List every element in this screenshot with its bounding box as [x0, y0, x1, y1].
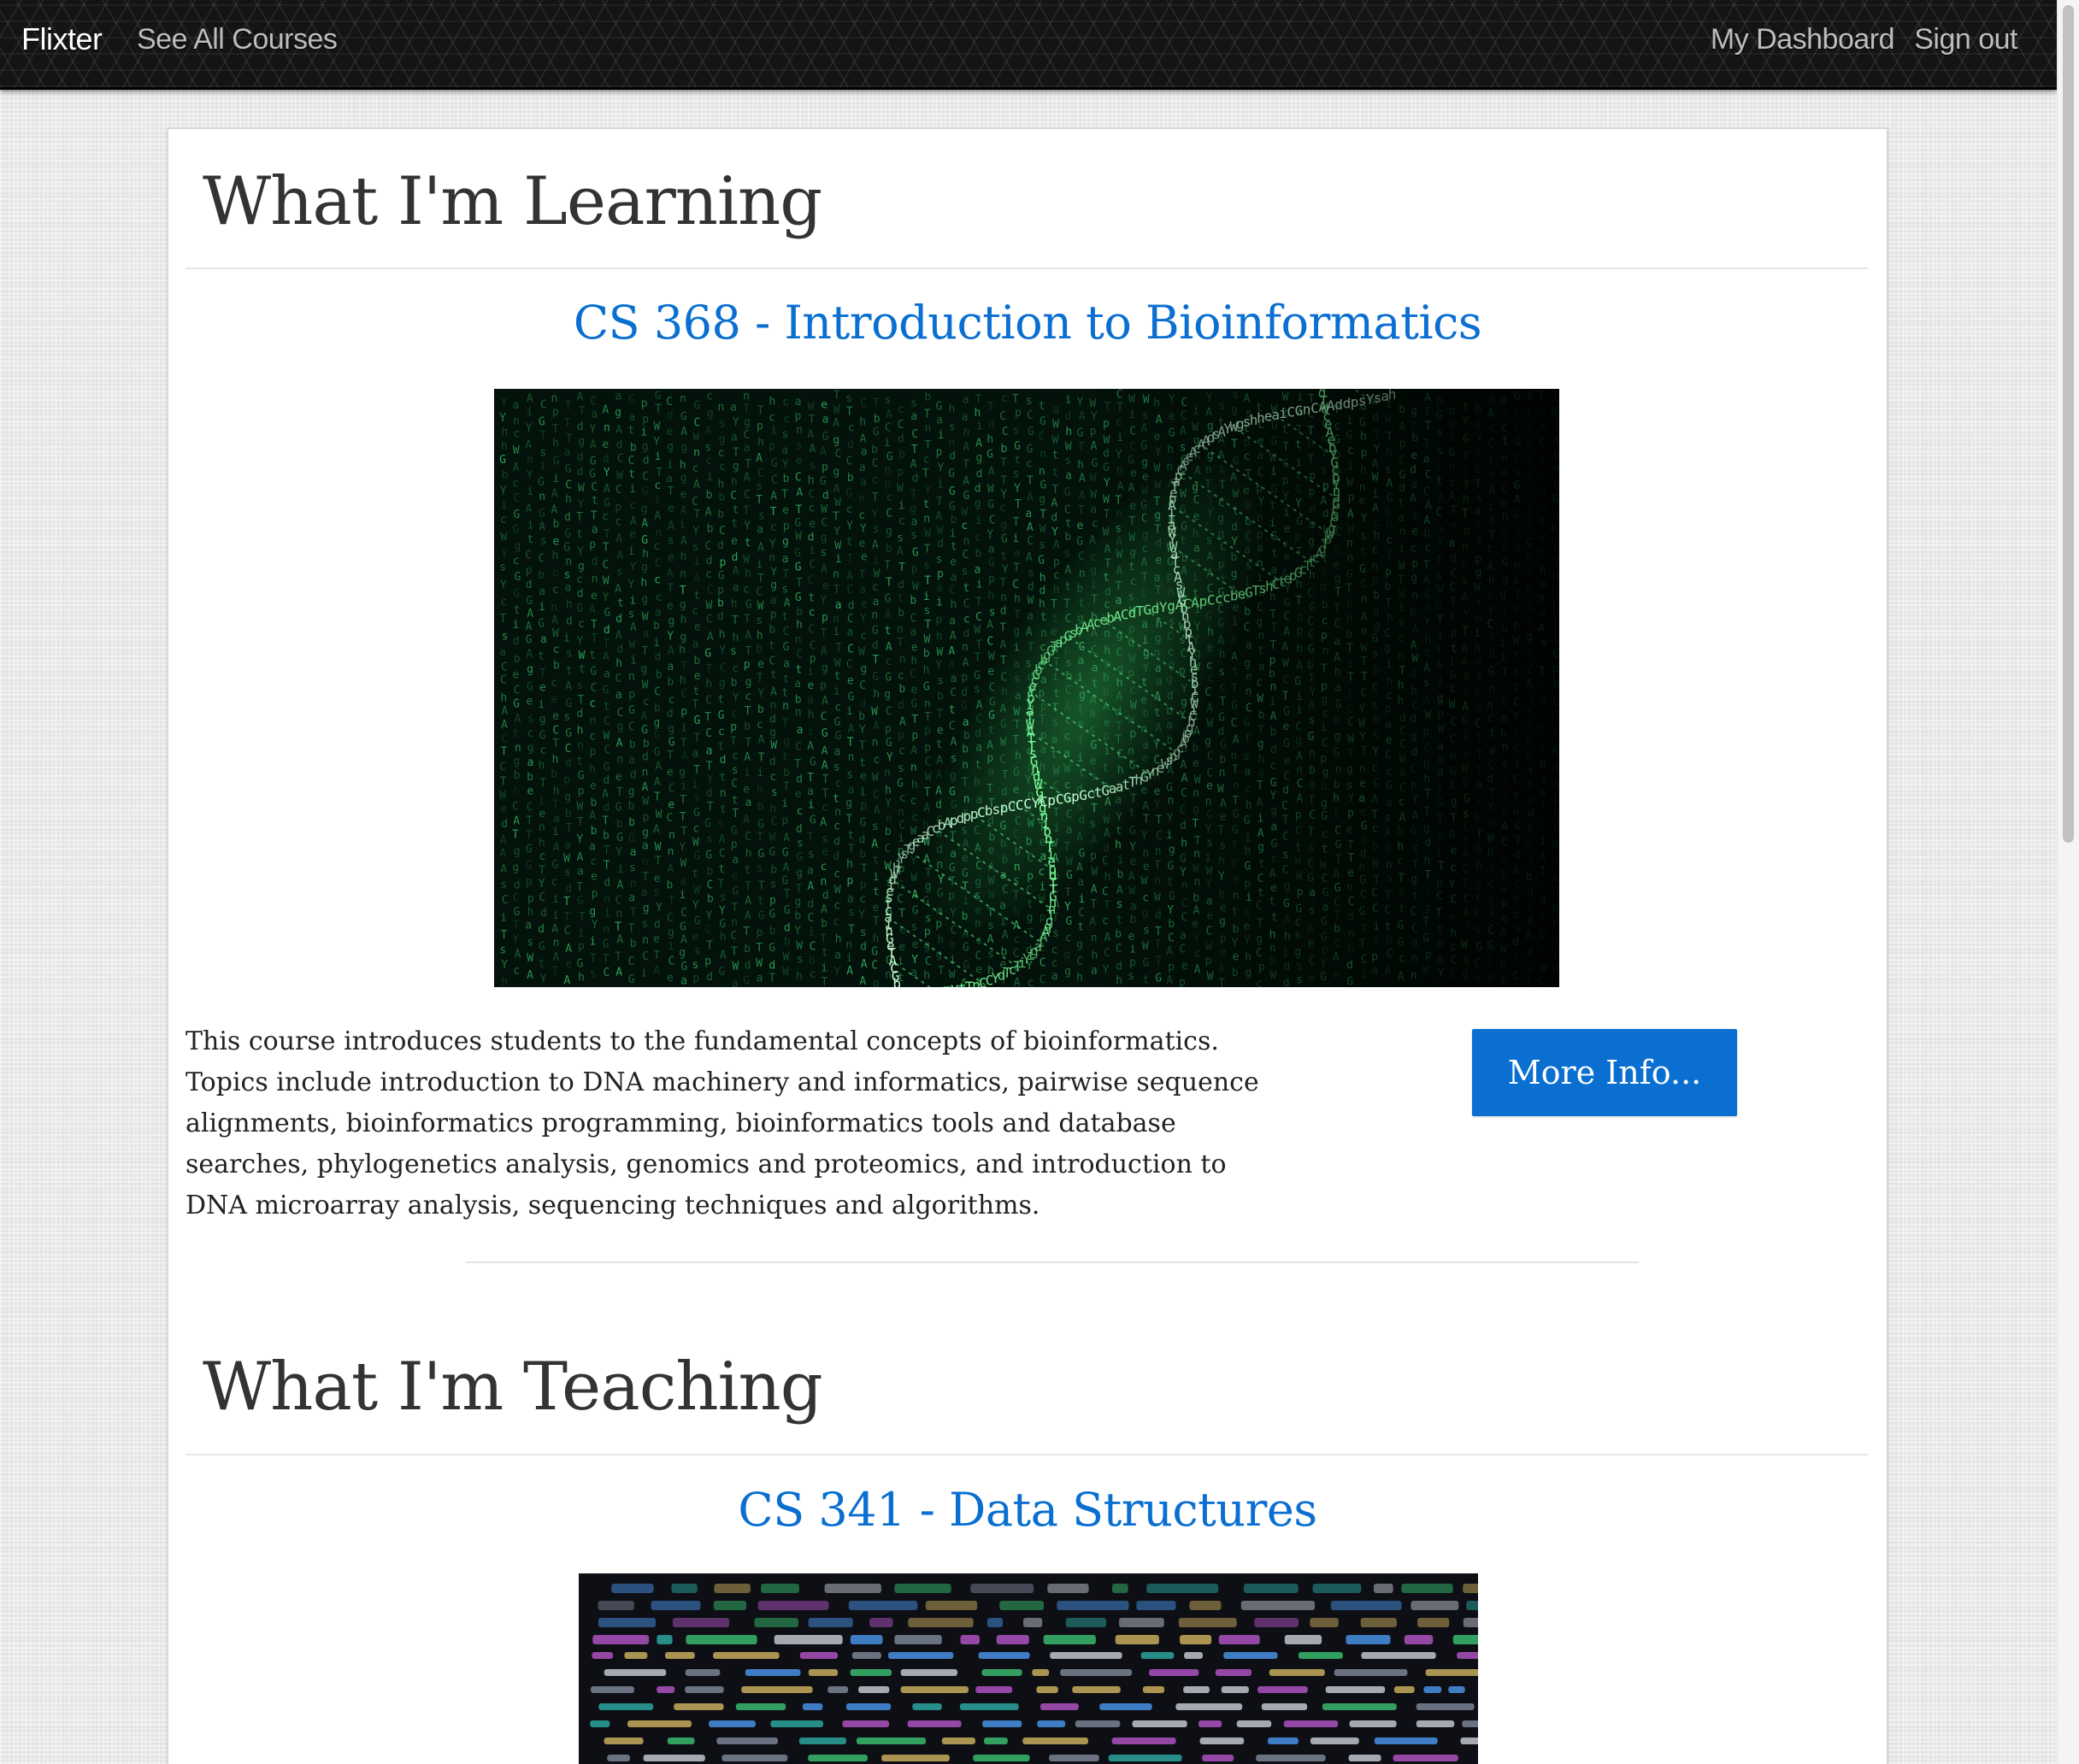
course-divider: [466, 1261, 1639, 1263]
brand-link[interactable]: Flixter: [21, 22, 103, 56]
course-title-cs341[interactable]: CS 341 - Data Structures: [168, 1482, 1887, 1538]
course-image-bioinformatics: YYhhGbYicWYsYcTsaCChAACTCTWedAAAsCiTsYha…: [494, 389, 1559, 987]
dashboard-panel: What I'm Learning CS 368 - Introduction …: [168, 128, 1888, 1764]
see-all-courses-link[interactable]: See All Courses: [137, 22, 338, 56]
more-info-button[interactable]: More Info...: [1472, 1029, 1737, 1116]
my-dashboard-link[interactable]: My Dashboard: [1711, 22, 1895, 56]
teaching-heading-divider: [186, 1454, 1868, 1455]
top-navbar: Flixter See All Courses My Dashboard Sig…: [0, 0, 2057, 90]
sign-out-link[interactable]: Sign out: [1914, 22, 2017, 56]
teaching-section-heading: What I'm Teaching: [203, 1347, 823, 1427]
course-image-data-structures: [579, 1573, 1478, 1764]
learning-section-heading: What I'm Learning: [203, 162, 822, 242]
course-description-cs368: This course introduces students to the f…: [186, 1021, 1280, 1226]
learning-heading-divider: [186, 268, 1868, 269]
course-title-cs368[interactable]: CS 368 - Introduction to Bioinformatics: [168, 295, 1887, 351]
scrollbar-thumb[interactable]: [2063, 5, 2074, 843]
